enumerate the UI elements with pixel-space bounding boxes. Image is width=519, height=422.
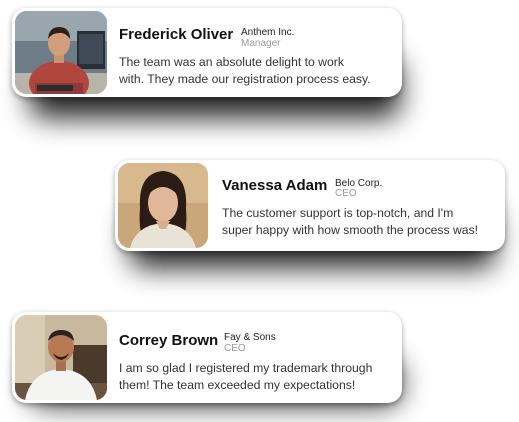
testimonial-quote: I am so glad I registered my trademark t… — [119, 360, 372, 394]
testimonial-quote: The team was an absolute delight to work… — [119, 54, 371, 88]
testimonial-name: Frederick Oliver — [119, 26, 234, 43]
testimonial-card: Vanessa Adam Belo Corp. CEO The customer… — [115, 160, 505, 251]
testimonial-card: Correy Brown Fay & Sons CEO I am so glad… — [12, 312, 402, 403]
testimonial-name: Vanessa Adam — [222, 177, 328, 194]
avatar — [118, 163, 208, 248]
quote-line: I am so glad I registered my trademark t… — [119, 361, 373, 375]
testimonial-company: Fay & Sons — [224, 332, 276, 343]
testimonial-role: CEO — [224, 343, 246, 354]
quote-line: The customer support is top-notch, and I… — [222, 206, 454, 220]
avatar — [15, 11, 107, 94]
avatar — [15, 315, 107, 400]
testimonial-role: CEO — [335, 188, 357, 199]
quote-line: super happy with how smooth the process … — [222, 223, 479, 237]
quote-line: them! The team exceeded my expectations! — [119, 378, 356, 392]
testimonial-quote: The customer support is top-notch, and I… — [222, 205, 478, 239]
testimonial-name: Correy Brown — [119, 332, 219, 349]
testimonial-role: Manager — [241, 38, 281, 49]
quote-line: with. They made our registration process… — [119, 72, 371, 86]
testimonial-company: Anthem Inc. — [241, 27, 295, 38]
testimonial-card: Frederick Oliver Anthem Inc. Manager The… — [12, 8, 402, 97]
quote-line: The team was an absolute delight to work — [119, 55, 344, 69]
